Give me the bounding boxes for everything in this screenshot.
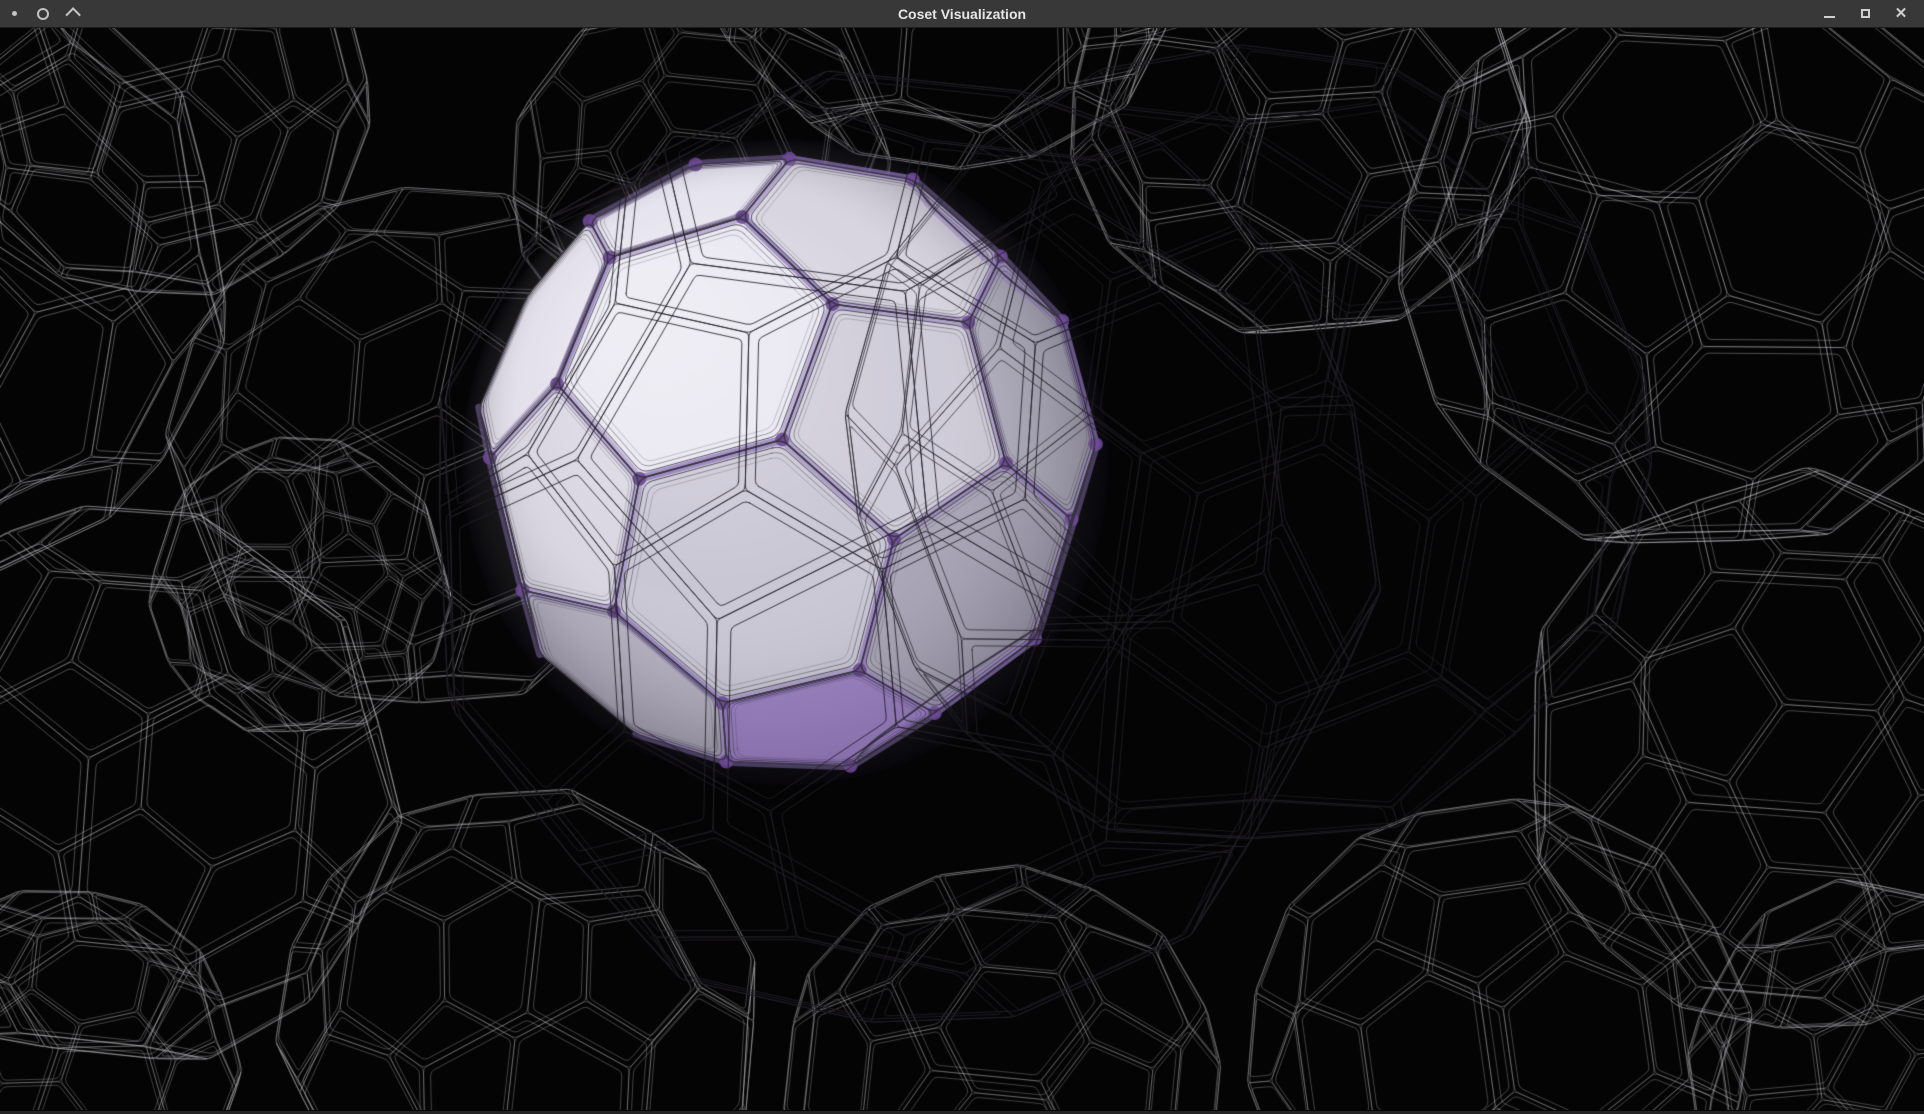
titlebar[interactable]: Coset Visualization ✕	[0, 0, 1924, 28]
close-button[interactable]: ✕	[1890, 3, 1912, 25]
dot-icon[interactable]	[12, 11, 17, 16]
close-icon: ✕	[1895, 6, 1908, 21]
circle-icon[interactable]	[37, 8, 49, 20]
window-title: Coset Visualization	[0, 0, 1924, 28]
maximize-button[interactable]	[1854, 3, 1876, 25]
maximize-icon	[1861, 9, 1870, 18]
minimize-button[interactable]	[1818, 3, 1840, 25]
chevron-up-icon[interactable]	[65, 7, 81, 23]
app-window: Coset Visualization ✕	[0, 0, 1924, 1114]
viewport	[0, 28, 1924, 1111]
viewport-canvas[interactable]	[0, 28, 1924, 1110]
window-controls: ✕	[1818, 3, 1924, 25]
minimize-icon	[1824, 16, 1835, 18]
titlebar-left-icons	[0, 8, 80, 20]
